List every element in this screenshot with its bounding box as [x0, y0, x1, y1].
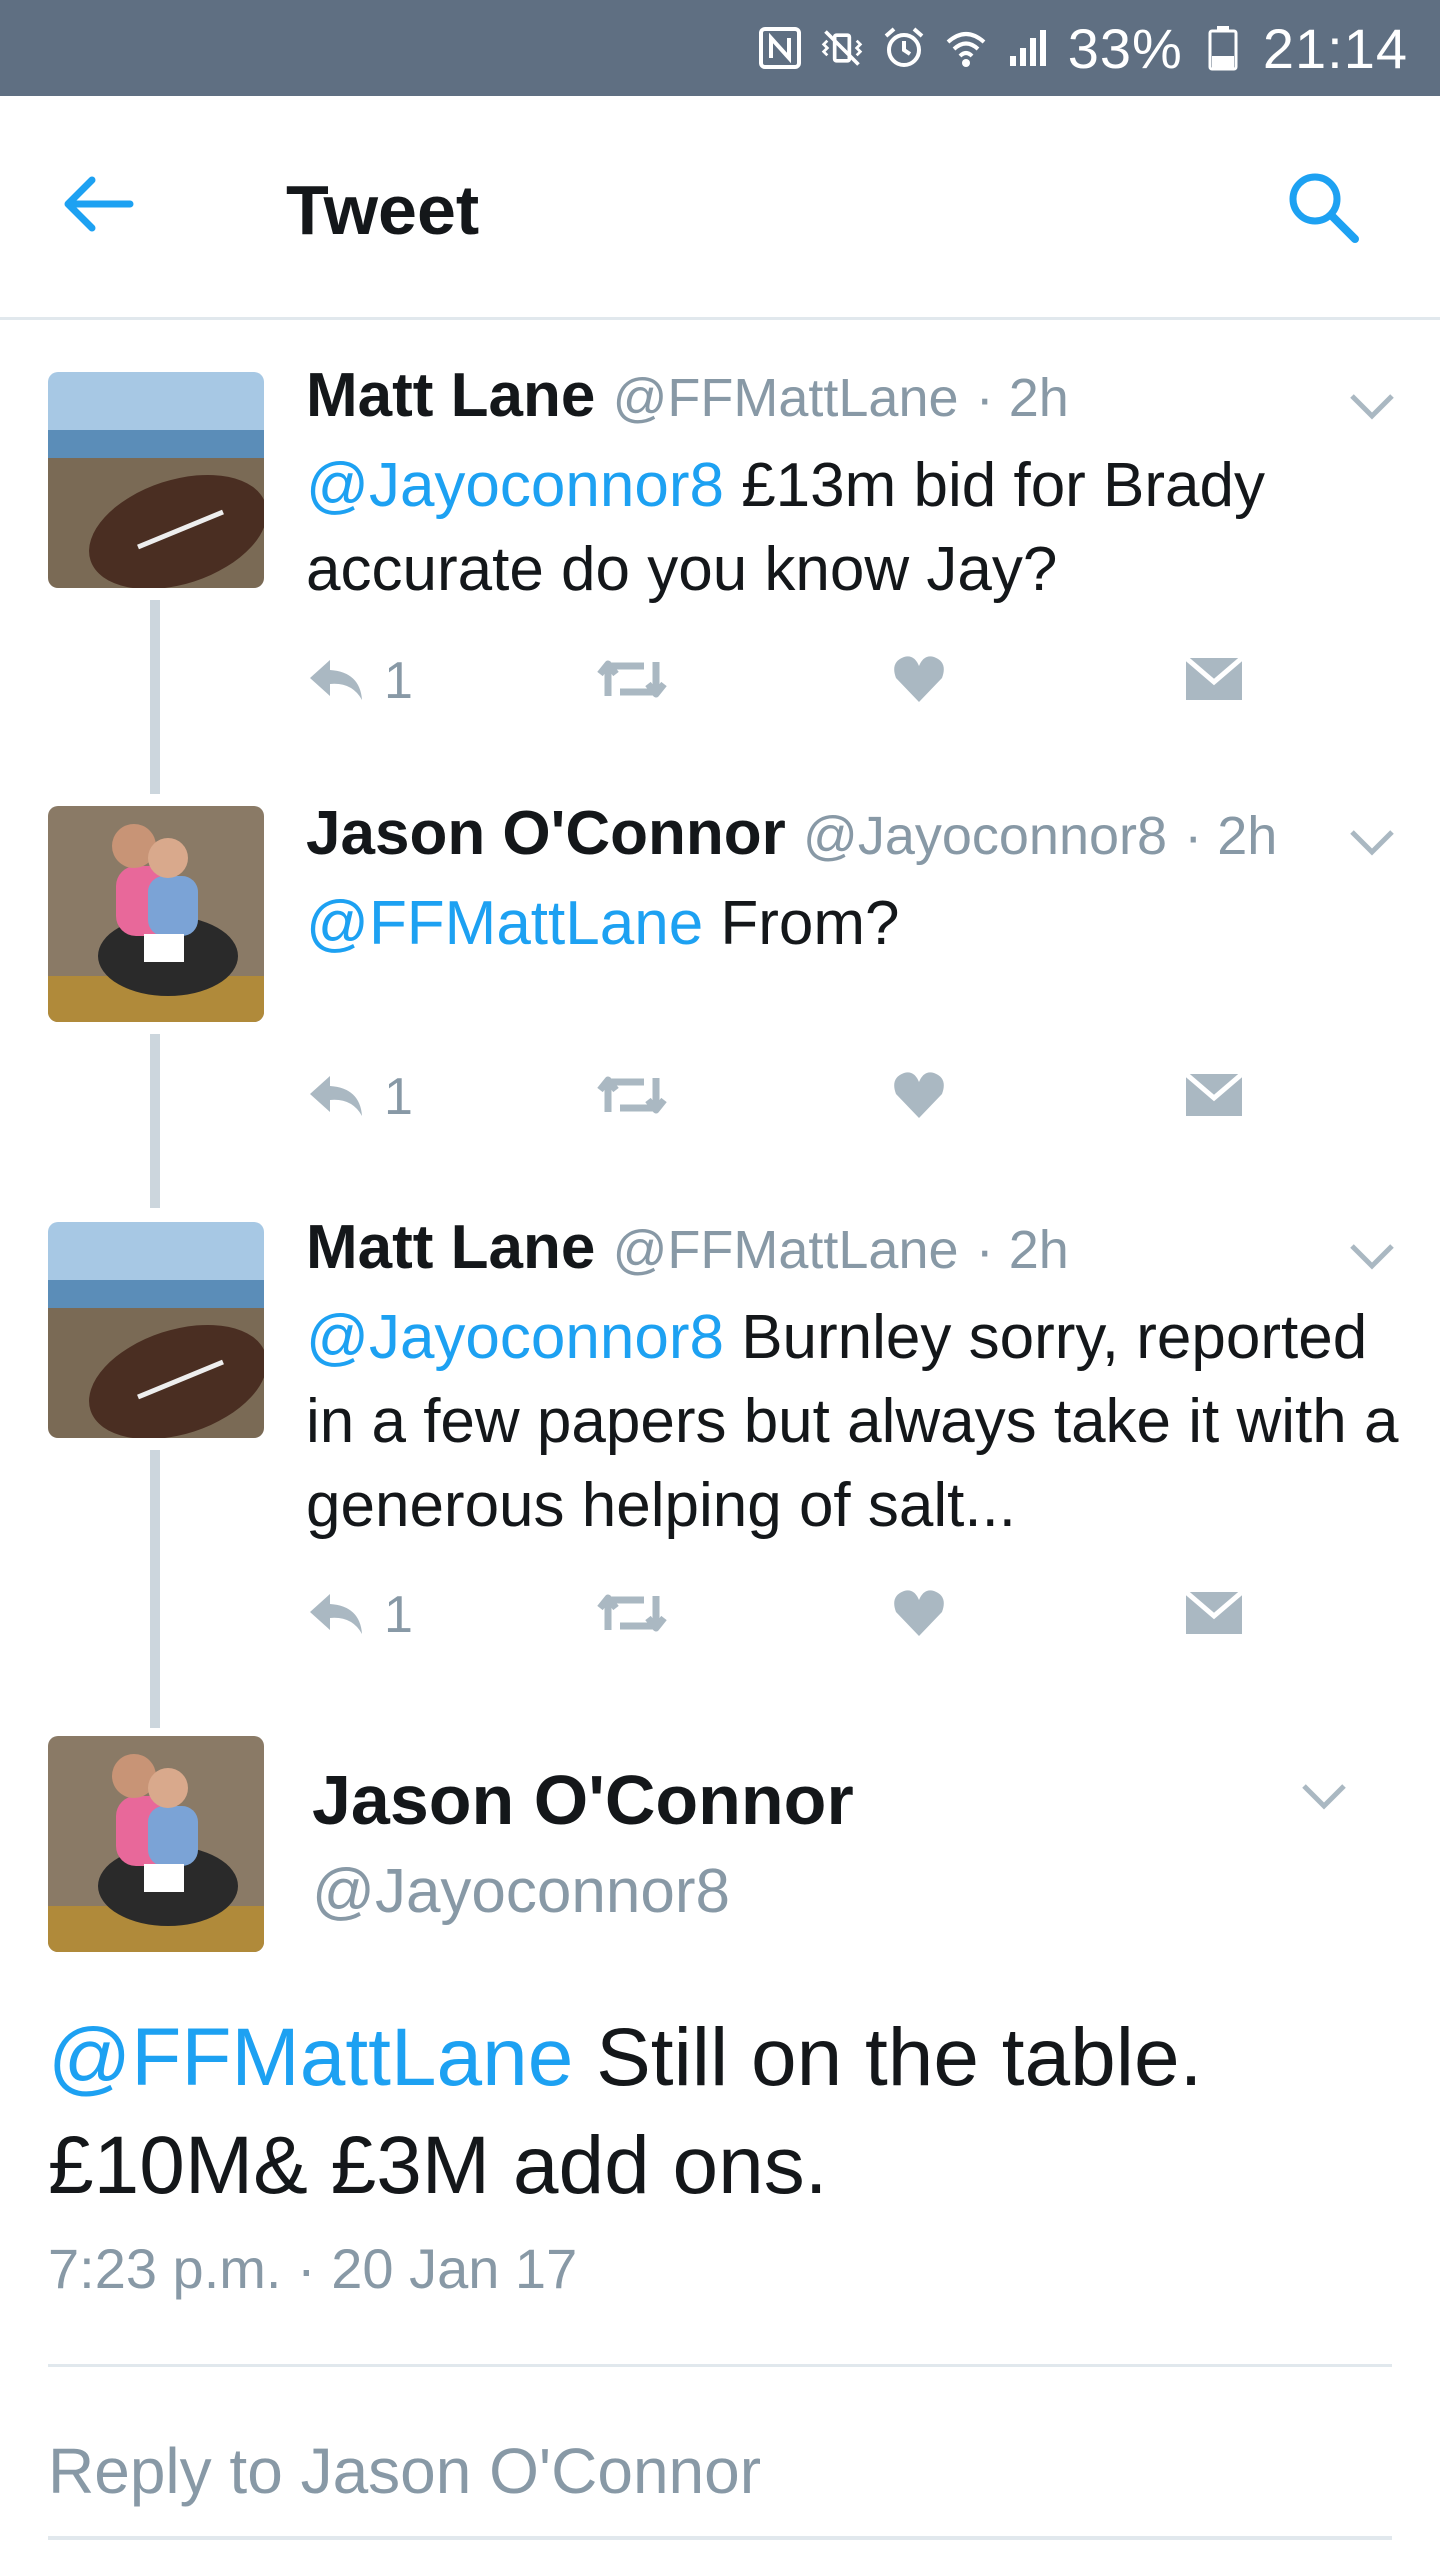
- author-name[interactable]: Jason O'Connor: [312, 1760, 854, 1840]
- thread-connector: [150, 1034, 160, 1208]
- chevron-down-icon[interactable]: [1344, 1236, 1400, 1276]
- wifi-icon: [944, 26, 988, 70]
- avatar[interactable]: [48, 1222, 264, 1438]
- thread-connector: [150, 600, 160, 794]
- mention-link[interactable]: @FFMattLane: [48, 2012, 573, 2103]
- author-handle[interactable]: @FFMattLane: [613, 1220, 959, 1280]
- heart-icon: [892, 1070, 946, 1125]
- battery-icon: [1201, 26, 1245, 71]
- heart-icon: [892, 654, 946, 709]
- avatar[interactable]: [48, 372, 264, 588]
- author-name[interactable]: Matt Lane: [306, 1213, 595, 1282]
- reply-button[interactable]: 1: [306, 1580, 413, 1650]
- chevron-down-icon[interactable]: [1296, 1776, 1352, 1816]
- reply-count: 1: [384, 1068, 413, 1126]
- clock: 21:14: [1262, 16, 1408, 80]
- direct-message-button[interactable]: [1184, 1062, 1244, 1132]
- mention-link[interactable]: @Jayoconnor8: [306, 451, 724, 520]
- reply-placeholder: Reply to Jason O'Connor: [48, 2435, 762, 2507]
- like-button[interactable]: [892, 1580, 946, 1650]
- direct-message-button[interactable]: [1184, 1580, 1244, 1650]
- alarm-icon: [882, 26, 926, 70]
- status-bar: 33% 21:14: [0, 0, 1440, 96]
- search-button[interactable]: [1278, 164, 1368, 254]
- retweet-icon: [596, 1070, 668, 1125]
- search-icon: [1285, 169, 1361, 250]
- battery-percent: 33%: [1067, 16, 1183, 80]
- like-button[interactable]: [892, 1062, 946, 1132]
- reply-icon: [306, 654, 366, 709]
- reply-underline: [48, 2536, 1392, 2540]
- reply-icon: [306, 1070, 366, 1125]
- tweet-timestamp: 7:23 p.m. · 20 Jan 17: [48, 2237, 578, 2300]
- tweet-text: @Jayoconnor8 Burnley sorry, reported in …: [306, 1303, 1399, 1540]
- tweet-text: @FFMattLane From?: [306, 889, 900, 958]
- reply-button[interactable]: 1: [306, 646, 413, 716]
- tweet-text: @FFMattLane Still on the table. £10M& £3…: [48, 2012, 1203, 2211]
- page-title: Tweet: [286, 171, 480, 249]
- arrow-left-icon: [62, 174, 134, 239]
- tweet-time: · 2h: [1184, 806, 1278, 866]
- retweet-button[interactable]: [596, 646, 668, 716]
- reply-button[interactable]: 1: [306, 1062, 413, 1132]
- tweet-actions: 1: [306, 1062, 1266, 1132]
- signal-icon: [1006, 26, 1050, 70]
- avatar[interactable]: [48, 1736, 264, 1952]
- mention-link[interactable]: @FFMattLane: [306, 889, 703, 958]
- nfc-icon: [758, 26, 802, 70]
- envelope-icon: [1184, 1070, 1244, 1125]
- avatar[interactable]: [48, 806, 264, 1022]
- envelope-icon: [1184, 1588, 1244, 1643]
- reply-icon: [306, 1588, 366, 1643]
- author-handle[interactable]: @FFMattLane: [613, 368, 959, 428]
- app-bar: Tweet: [0, 96, 1440, 320]
- chevron-down-icon[interactable]: [1344, 822, 1400, 862]
- author-name[interactable]: Matt Lane: [306, 361, 595, 430]
- reply-input[interactable]: Reply to Jason O'Connor: [48, 2400, 1392, 2540]
- retweet-button[interactable]: [596, 1580, 668, 1650]
- author-name[interactable]: Jason O'Connor: [306, 799, 786, 868]
- back-button[interactable]: [62, 166, 162, 246]
- retweet-icon: [596, 654, 668, 709]
- tweet-actions: 1: [306, 646, 1266, 716]
- reply-count: 1: [384, 652, 413, 710]
- tweet-time: · 2h: [975, 368, 1069, 428]
- retweet-button[interactable]: [596, 1062, 668, 1132]
- envelope-icon: [1184, 654, 1244, 709]
- retweet-icon: [596, 1588, 668, 1643]
- reply-count: 1: [384, 1586, 413, 1644]
- like-button[interactable]: [892, 646, 946, 716]
- heart-icon: [892, 1588, 946, 1643]
- tweet-text: @Jayoconnor8 £13m bid for Brady accurate…: [306, 451, 1266, 604]
- tweet-time: · 2h: [975, 1220, 1069, 1280]
- chevron-down-icon[interactable]: [1344, 386, 1400, 426]
- tweet-actions: 1: [306, 1580, 1266, 1650]
- author-handle[interactable]: @Jayoconnor8: [312, 1856, 730, 1927]
- vibrate-icon: [820, 26, 864, 70]
- author-handle[interactable]: @Jayoconnor8: [803, 806, 1167, 866]
- divider: [48, 2364, 1392, 2367]
- direct-message-button[interactable]: [1184, 646, 1244, 716]
- mention-link[interactable]: @Jayoconnor8: [306, 1303, 724, 1372]
- thread-connector: [150, 1450, 160, 1728]
